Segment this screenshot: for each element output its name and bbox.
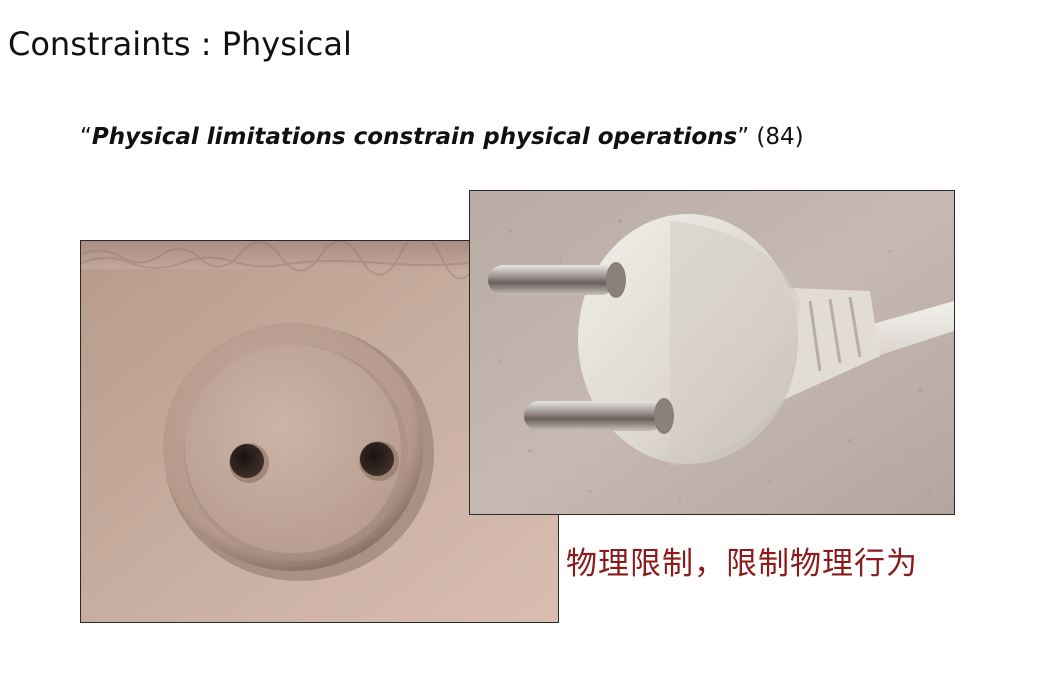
quote-close-mark: ” xyxy=(737,124,750,150)
slide-title: Constraints : Physical xyxy=(8,25,352,63)
quote-open-mark: “ xyxy=(80,124,92,150)
chinese-caption: 物理限制，限制物理行为 xyxy=(566,546,918,582)
quote-citation: (84) xyxy=(749,124,804,150)
plug-image xyxy=(469,190,955,515)
quote-line: “Physical limitations constrain physical… xyxy=(80,124,804,150)
plug-illustration xyxy=(470,191,954,514)
quote-emphasis: Physical limitations constrain physical … xyxy=(91,124,738,150)
